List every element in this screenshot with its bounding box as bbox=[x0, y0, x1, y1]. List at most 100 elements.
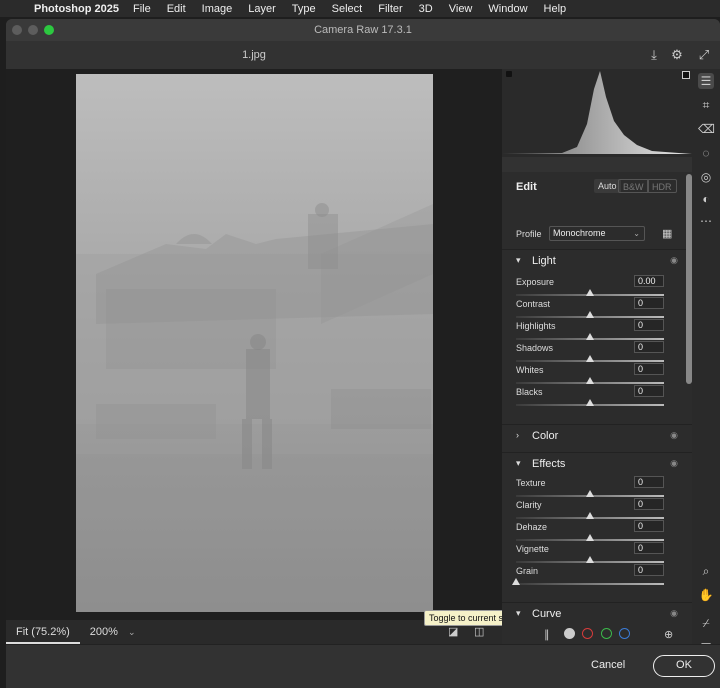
camera-raw-window: Camera Raw 17.3.1 1.jpg ⤓ ⚙ ⤢ Fit (75.2%… bbox=[6, 19, 720, 688]
cancel-button[interactable]: Cancel bbox=[591, 659, 625, 671]
curve-blue-channel[interactable] bbox=[619, 628, 630, 639]
slider-thumb[interactable] bbox=[586, 355, 594, 362]
target-adjust-icon[interactable]: ⊕ bbox=[664, 628, 673, 641]
slider-value-input[interactable]: 0 bbox=[634, 520, 664, 532]
menu-layer[interactable]: Layer bbox=[248, 3, 276, 15]
eraser-icon[interactable]: ⌫ bbox=[698, 121, 715, 137]
curve-section-header[interactable]: ▾ Curve ◉ bbox=[502, 602, 692, 624]
minimize-window-button[interactable] bbox=[28, 25, 38, 35]
eyedropper-icon[interactable]: ⌿ bbox=[698, 615, 714, 631]
light-section-title: Light bbox=[532, 255, 556, 267]
zoom-fit-button[interactable]: Fit (75.2%) bbox=[6, 620, 80, 644]
curve-white-channel[interactable] bbox=[564, 628, 575, 639]
slider-label: Blacks bbox=[516, 387, 543, 397]
eye-icon[interactable]: ◉ bbox=[670, 255, 678, 266]
menu-view[interactable]: View bbox=[449, 3, 473, 15]
slider-thumb[interactable] bbox=[586, 399, 594, 406]
menu-file[interactable]: File bbox=[133, 3, 151, 15]
zoom-icon[interactable]: ⌕ bbox=[698, 563, 714, 579]
profile-select[interactable]: Monochrome ⌄ bbox=[549, 226, 645, 241]
menu-bar: Photoshop 2025 File Edit Image Layer Typ… bbox=[0, 0, 720, 17]
menu-type[interactable]: Type bbox=[292, 3, 316, 15]
photo-scene bbox=[76, 203, 433, 612]
eye-icon[interactable]: ◉ bbox=[670, 608, 678, 619]
parametric-curve-icon[interactable]: ∥ bbox=[544, 628, 550, 641]
red-eye-icon[interactable]: ◎ bbox=[698, 169, 714, 185]
slider-value-input[interactable]: 0 bbox=[634, 319, 664, 331]
slider-value-input[interactable]: 0 bbox=[634, 498, 664, 510]
slider-value-input[interactable]: 0 bbox=[634, 341, 664, 353]
effects-slider-grain[interactable]: Grain 0 bbox=[512, 564, 664, 590]
ok-button[interactable]: OK bbox=[653, 655, 715, 677]
edit-header: Edit Auto B&W HDR bbox=[502, 172, 692, 200]
slider-value-input[interactable]: 0 bbox=[634, 363, 664, 375]
slider-thumb[interactable] bbox=[586, 534, 594, 541]
slider-label: Whites bbox=[516, 365, 544, 375]
hdr-button[interactable]: HDR bbox=[647, 179, 677, 193]
chevron-right-icon: › bbox=[516, 430, 519, 440]
slider-label: Dehaze bbox=[516, 522, 548, 532]
slider-value-input[interactable]: 0.00 bbox=[634, 275, 664, 287]
slider-thumb[interactable] bbox=[586, 311, 594, 318]
bw-button[interactable]: B&W bbox=[618, 179, 649, 193]
slider-thumb[interactable] bbox=[586, 377, 594, 384]
curve-red-channel[interactable] bbox=[582, 628, 593, 639]
eye-icon[interactable]: ◉ bbox=[670, 458, 678, 469]
fullscreen-icon[interactable]: ⤢ bbox=[696, 47, 712, 63]
auto-button[interactable]: Auto bbox=[594, 179, 621, 193]
menu-edit[interactable]: Edit bbox=[167, 3, 186, 15]
menu-3d[interactable]: 3D bbox=[419, 3, 433, 15]
slider-value-input[interactable]: 0 bbox=[634, 542, 664, 554]
menu-image[interactable]: Image bbox=[202, 3, 233, 15]
slider-thumb[interactable] bbox=[586, 556, 594, 563]
light-slider-blacks[interactable]: Blacks 0 bbox=[516, 385, 664, 411]
slider-label: Clarity bbox=[516, 500, 542, 510]
slider-thumb[interactable] bbox=[586, 490, 594, 497]
highlight-clip-icon[interactable] bbox=[682, 71, 690, 79]
image-canvas[interactable] bbox=[6, 69, 502, 627]
edit-panel: Edit Auto B&W HDR Profile Monochrome ⌄ ▦… bbox=[502, 172, 692, 644]
slider-value-input[interactable]: 0 bbox=[634, 476, 664, 488]
slider-value-input[interactable]: 0 bbox=[634, 385, 664, 397]
slider-label: Highlights bbox=[516, 321, 556, 331]
edit-sliders-icon[interactable]: ☰ bbox=[698, 73, 714, 89]
chevron-down-icon[interactable]: ⌄ bbox=[128, 627, 136, 638]
menu-help[interactable]: Help bbox=[544, 3, 567, 15]
slider-value-input[interactable]: 0 bbox=[634, 297, 664, 309]
zoom-200-button[interactable]: 200% bbox=[80, 626, 128, 638]
save-icon[interactable]: ⤓ bbox=[646, 47, 662, 63]
photo-preview[interactable] bbox=[76, 74, 433, 612]
profile-browser-icon[interactable]: ▦ bbox=[662, 227, 672, 240]
menu-select[interactable]: Select bbox=[332, 3, 363, 15]
eye-icon[interactable]: ◉ bbox=[670, 430, 678, 441]
gear-icon[interactable]: ⚙ bbox=[669, 47, 685, 63]
effects-section-header[interactable]: ▾ Effects ◉ bbox=[502, 452, 692, 474]
hand-icon[interactable]: ✋ bbox=[698, 587, 714, 603]
menu-window[interactable]: Window bbox=[488, 3, 527, 15]
shadow-clip-icon[interactable] bbox=[506, 71, 512, 77]
slider-thumb[interactable] bbox=[512, 578, 520, 585]
before-after-icon[interactable]: ◪ bbox=[448, 625, 460, 638]
more-icon[interactable]: ⋯ bbox=[698, 213, 714, 229]
spot-removal-icon[interactable]: ◌ bbox=[698, 145, 714, 161]
slider-thumb[interactable] bbox=[586, 512, 594, 519]
masking-icon[interactable]: ◐ bbox=[698, 191, 714, 207]
light-section-header[interactable]: ▾ Light ◉ bbox=[502, 249, 692, 271]
slider-thumb[interactable] bbox=[586, 333, 594, 340]
close-window-button[interactable] bbox=[12, 25, 22, 35]
chevron-down-icon: ▾ bbox=[516, 608, 521, 618]
window-title: Camera Raw 17.3.1 bbox=[314, 24, 412, 36]
color-section-header[interactable]: › Color ◉ bbox=[502, 424, 692, 446]
crop-icon[interactable]: ⌗ bbox=[698, 97, 714, 113]
chevron-down-icon: ▾ bbox=[516, 255, 521, 265]
toggle-settings-icon[interactable]: ◫ bbox=[474, 625, 486, 638]
menu-app-name[interactable]: Photoshop 2025 bbox=[34, 3, 119, 15]
slider-thumb[interactable] bbox=[586, 289, 594, 296]
curve-green-channel[interactable] bbox=[601, 628, 612, 639]
color-section-title: Color bbox=[532, 430, 559, 442]
menu-filter[interactable]: Filter bbox=[378, 3, 402, 15]
profile-label: Profile bbox=[516, 229, 542, 239]
maximize-window-button[interactable] bbox=[44, 25, 54, 35]
slider-track[interactable] bbox=[516, 583, 664, 585]
slider-value-input[interactable]: 0 bbox=[634, 564, 664, 576]
